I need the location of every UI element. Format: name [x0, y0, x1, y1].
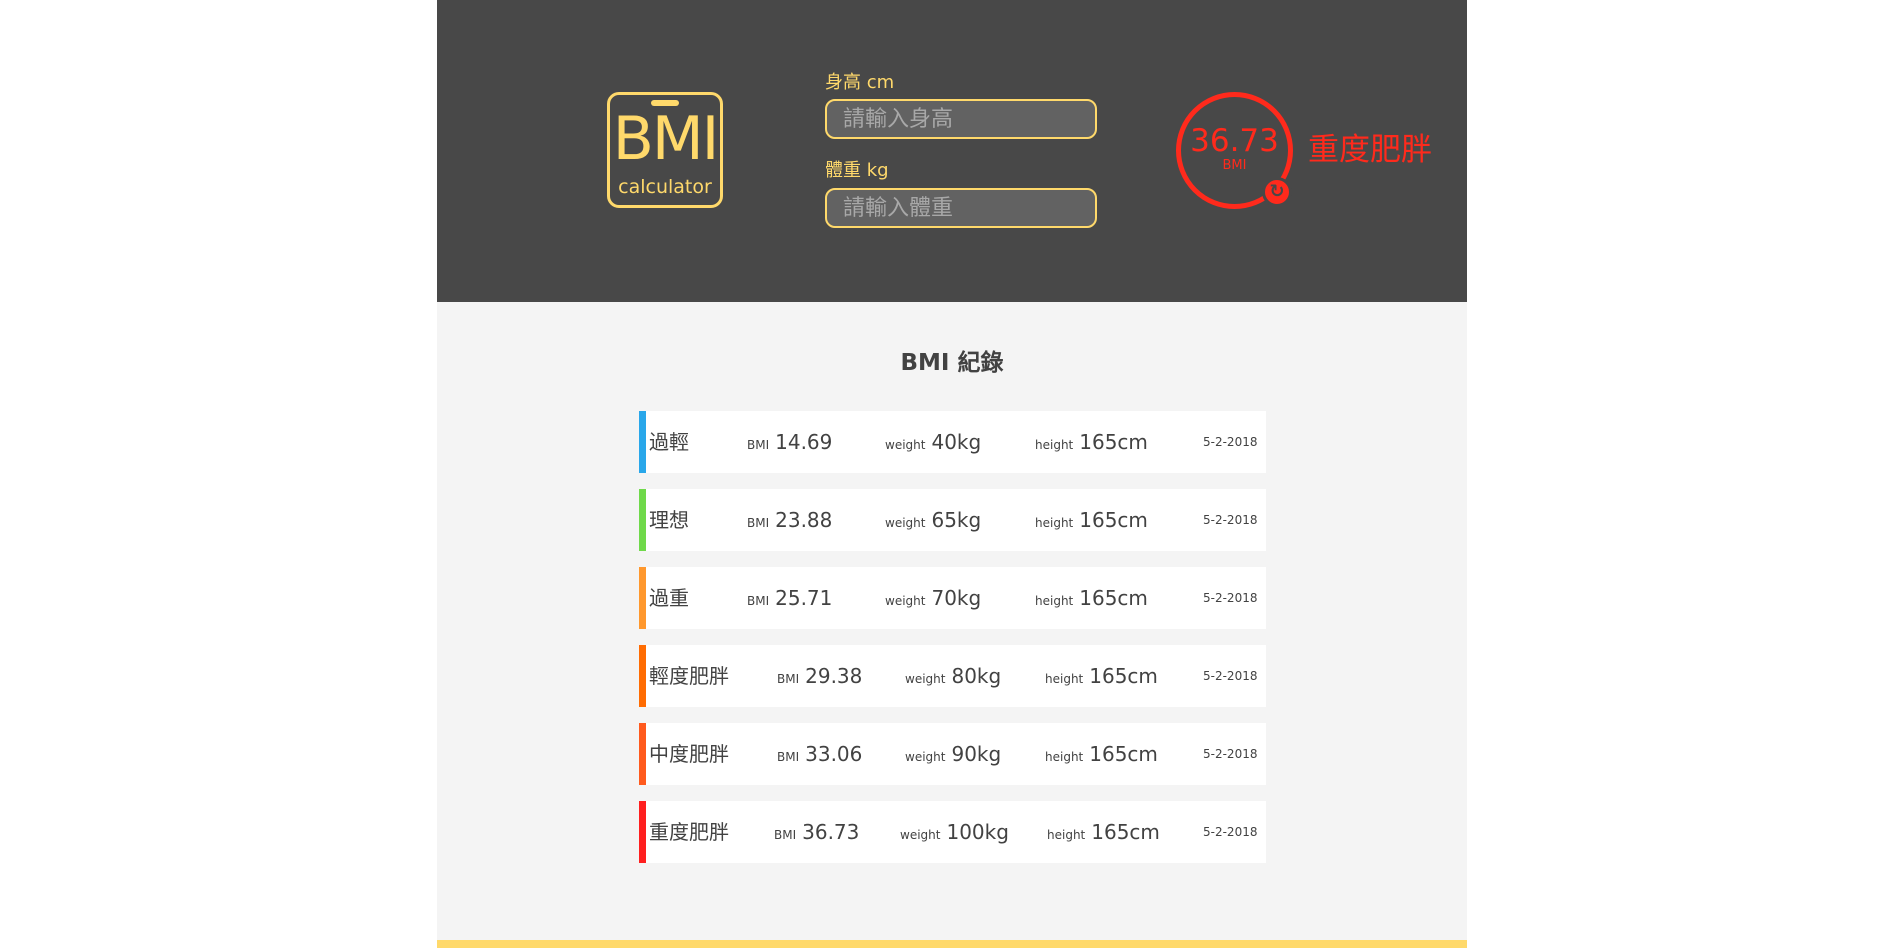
record-weight: weight 70kg	[885, 567, 981, 629]
record-weight: weight 80kg	[905, 645, 1001, 707]
record-row: 重度肥胖 BMI 36.73 weight 100kg height 165cm 5-…	[639, 801, 1266, 863]
bmi-logo: BMI calculator	[607, 92, 723, 208]
status-color-bar	[639, 645, 646, 707]
record-status: 輕度肥胖	[649, 664, 729, 688]
result-bmi-unit: BMI	[1222, 158, 1247, 173]
record-status: 過輕	[649, 430, 689, 454]
record-weight-value: 40kg	[931, 430, 982, 454]
record-weight-value: 90kg	[951, 742, 1002, 766]
record-status: 中度肥胖	[649, 742, 729, 766]
record-bmi-value: 36.73	[802, 820, 860, 844]
page: BMI calculator 身高 cm 體重 kg 36.73 BMI ↻ 重…	[437, 0, 1467, 948]
record-date: 5-2-2018	[1203, 747, 1258, 761]
record-date: 5-2-2018	[1203, 825, 1258, 839]
record-height-label: height	[1045, 672, 1084, 686]
record-height: height 165cm	[1047, 801, 1160, 863]
record-bmi-value: 29.38	[805, 664, 863, 688]
record-bmi-label: BMI	[777, 672, 800, 686]
records-title: BMI 紀錄	[900, 350, 1004, 376]
record-weight-value: 80kg	[951, 664, 1002, 688]
weight-input[interactable]	[825, 188, 1097, 228]
record-weight-value: 100kg	[946, 820, 1009, 844]
record-bmi-label: BMI	[777, 750, 800, 764]
record-height-value: 165cm	[1089, 664, 1158, 688]
record-height-label: height	[1045, 750, 1084, 764]
result-status: 重度肥胖	[1308, 132, 1432, 168]
refresh-icon[interactable]: ↻	[1262, 177, 1292, 207]
record-height-label: height	[1047, 828, 1086, 842]
record-date: 5-2-2018	[1203, 435, 1258, 449]
record-weight: weight 90kg	[905, 723, 1001, 785]
height-label: 身高 cm	[825, 72, 895, 93]
status-color-bar	[639, 801, 646, 863]
record-weight-label: weight	[905, 750, 946, 764]
record-date: 5-2-2018	[1203, 591, 1258, 605]
record-height: height 165cm	[1035, 411, 1148, 473]
record-height-label: height	[1035, 594, 1074, 608]
header: BMI calculator 身高 cm 體重 kg 36.73 BMI ↻ 重…	[437, 0, 1467, 302]
record-weight-label: weight	[900, 828, 941, 842]
record-row: 輕度肥胖 BMI 29.38 weight 80kg height 165cm 5-2…	[639, 645, 1266, 707]
record-date: 5-2-2018	[1203, 513, 1258, 527]
record-height-label: height	[1035, 438, 1074, 452]
record-bmi: BMI 25.71	[747, 567, 832, 629]
record-row: 理想 BMI 23.88 weight 65kg height 165cm 5-2-2…	[639, 489, 1266, 551]
record-height: height 165cm	[1045, 645, 1158, 707]
record-height-value: 165cm	[1079, 508, 1148, 532]
record-bmi-label: BMI	[747, 594, 770, 608]
record-weight: weight 65kg	[885, 489, 981, 551]
status-color-bar	[639, 489, 646, 551]
footer-bar	[437, 940, 1467, 948]
record-weight-label: weight	[885, 594, 926, 608]
record-bmi-label: BMI	[747, 438, 770, 452]
record-bmi: BMI 33.06	[777, 723, 862, 785]
record-weight-label: weight	[905, 672, 946, 686]
status-color-bar	[639, 411, 646, 473]
weight-label: 體重 kg	[825, 160, 889, 181]
record-bmi-value: 33.06	[805, 742, 863, 766]
record-row: 過重 BMI 25.71 weight 70kg height 165cm 5-2-2…	[639, 567, 1266, 629]
record-weight-value: 70kg	[931, 586, 982, 610]
record-height: height 165cm	[1035, 489, 1148, 551]
record-height-label: height	[1035, 516, 1074, 530]
height-input[interactable]	[825, 99, 1097, 139]
record-bmi-label: BMI	[774, 828, 797, 842]
record-height: height 165cm	[1035, 567, 1148, 629]
record-height-value: 165cm	[1079, 430, 1148, 454]
record-row: 中度肥胖 BMI 33.06 weight 90kg height 165cm 5-2…	[639, 723, 1266, 785]
record-weight-label: weight	[885, 516, 926, 530]
record-height-value: 165cm	[1079, 586, 1148, 610]
record-bmi-label: BMI	[747, 516, 770, 530]
record-bmi: BMI 23.88	[747, 489, 832, 551]
logo-sub-text: calculator	[618, 176, 712, 198]
record-status: 理想	[649, 508, 689, 532]
record-status: 重度肥胖	[649, 820, 729, 844]
record-row: 過輕 BMI 14.69 weight 40kg height 165cm 5-2-2…	[639, 411, 1266, 473]
status-color-bar	[639, 723, 646, 785]
record-weight-label: weight	[885, 438, 926, 452]
record-bmi: BMI 36.73	[774, 801, 859, 863]
status-color-bar	[639, 567, 646, 629]
record-status: 過重	[649, 586, 689, 610]
record-height-value: 165cm	[1089, 742, 1158, 766]
result-bmi-value: 36.73	[1190, 123, 1279, 159]
record-bmi-value: 25.71	[775, 586, 833, 610]
record-weight-value: 65kg	[931, 508, 982, 532]
record-height: height 165cm	[1045, 723, 1158, 785]
record-bmi-value: 23.88	[775, 508, 833, 532]
record-bmi: BMI 29.38	[777, 645, 862, 707]
record-weight: weight 40kg	[885, 411, 981, 473]
logo-main-text: BMI	[612, 104, 720, 174]
record-bmi: BMI 14.69	[747, 411, 832, 473]
record-height-value: 165cm	[1091, 820, 1160, 844]
record-weight: weight 100kg	[900, 801, 1009, 863]
record-date: 5-2-2018	[1203, 669, 1258, 683]
record-bmi-value: 14.69	[775, 430, 833, 454]
